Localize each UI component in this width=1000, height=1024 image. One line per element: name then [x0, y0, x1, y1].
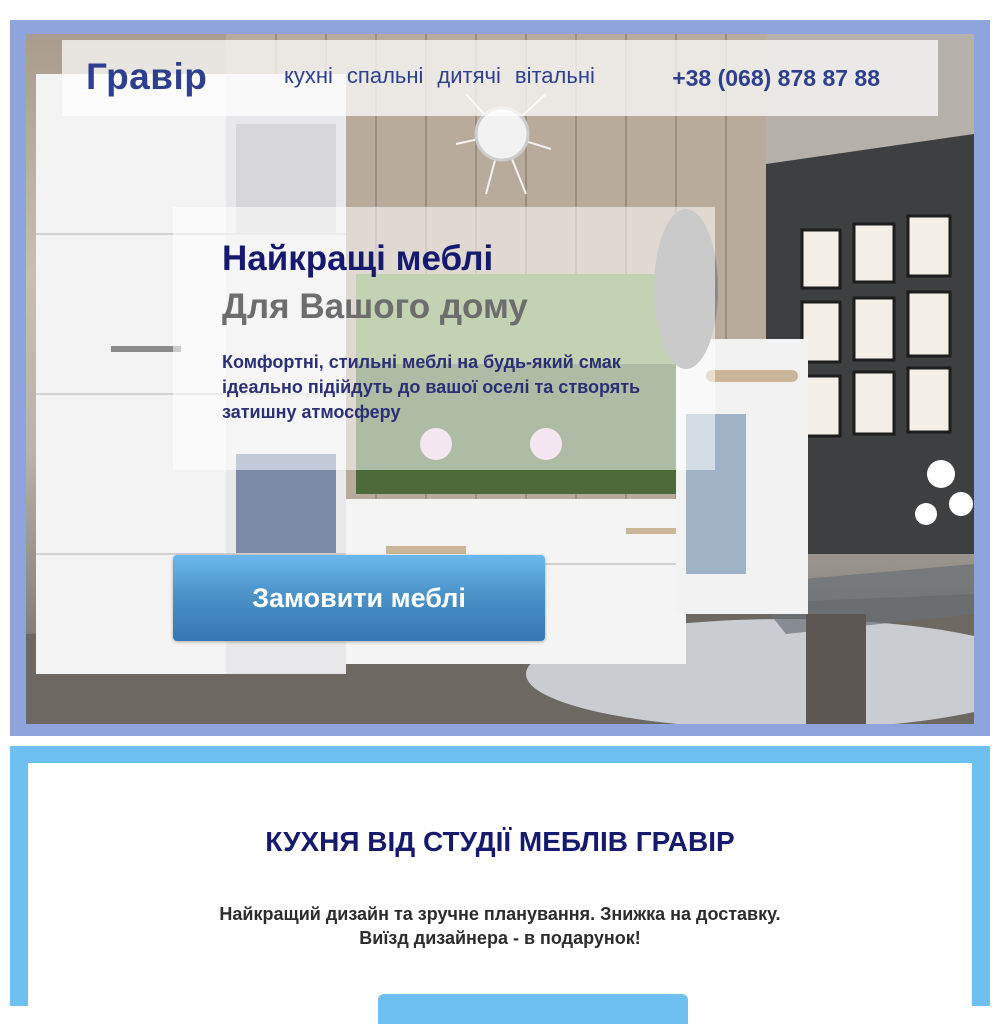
promo-box: Найкращі меблі Для Вашого дому Комфортні… — [173, 207, 715, 470]
hero-description-line: затишну атмосферу — [222, 402, 401, 422]
hero-title: Найкращі меблі — [222, 239, 494, 278]
section-text: Найкращий дизайн та зручне планування. З… — [0, 902, 1000, 950]
header-bar: Гравір кухні спальні дитячі вітальні +38… — [62, 40, 938, 116]
order-furniture-button[interactable]: Замовити меблі — [173, 555, 545, 641]
main-nav: кухні спальні дитячі вітальні — [284, 63, 595, 89]
hero-subtitle: Для Вашого дому — [222, 287, 528, 326]
nav-item-kids[interactable]: дитячі — [437, 63, 500, 89]
hero-description-line: ідеально підійдуть до вашої оселі та ств… — [222, 377, 641, 397]
section-title: КУХНЯ ВІД СТУДІЇ МЕБЛІВ ГРАВІР — [265, 826, 735, 857]
site-logo[interactable]: Гравір — [86, 56, 207, 98]
nav-item-bedrooms[interactable]: спальні — [347, 63, 423, 89]
hero-description-line: Комфортні, стильні меблі на будь-який см… — [222, 352, 621, 372]
hero-description: Комфортні, стильні меблі на будь-який см… — [222, 350, 692, 425]
hero-banner: Гравір кухні спальні дитячі вітальні +38… — [26, 34, 974, 724]
section-text-line: Найкращий дизайн та зручне планування. З… — [219, 904, 781, 924]
section-button[interactable] — [378, 994, 688, 1024]
kitchen-section — [28, 763, 972, 1023]
section-text-line: Виїзд дизайнера - в подарунок! — [359, 928, 641, 948]
phone-number[interactable]: +38 (068) 878 87 88 — [672, 65, 880, 92]
nav-item-kitchens[interactable]: кухні — [284, 63, 333, 89]
nav-item-living-rooms[interactable]: вітальні — [515, 63, 595, 89]
